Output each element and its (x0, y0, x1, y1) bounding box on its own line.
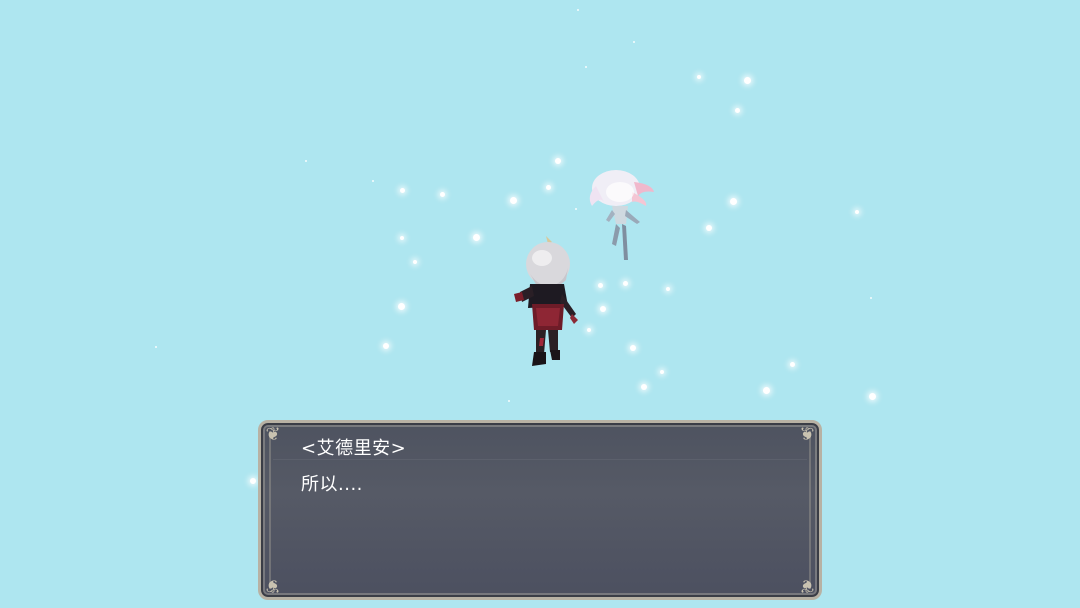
speck (870, 297, 872, 299)
glow-particle (706, 225, 712, 231)
speck (305, 160, 307, 162)
glow-particle (600, 306, 606, 312)
speck (155, 346, 157, 348)
corner-ornament-icon: ❦ (799, 575, 815, 596)
glow-particle (440, 192, 445, 197)
glow-particle (623, 281, 628, 286)
glow-particle (630, 345, 636, 351)
glow-particle (666, 287, 670, 291)
glow-particle (413, 260, 417, 264)
glow-particle (641, 384, 647, 390)
glow-particle (763, 387, 770, 394)
speck (508, 400, 510, 402)
speck (633, 41, 635, 43)
glow-particle (555, 158, 561, 164)
glow-particle (660, 370, 664, 374)
glow-particle (735, 108, 740, 113)
glow-particle (510, 197, 517, 204)
corner-ornament-icon: ❦ (265, 575, 281, 596)
glow-particle (546, 185, 551, 190)
glow-particle (730, 198, 737, 205)
glow-particle (383, 343, 389, 349)
dialog-message: 所以.... (301, 474, 363, 495)
speck (585, 66, 587, 68)
glow-particle (697, 75, 701, 79)
corner-ornament-icon: ❦ (799, 424, 815, 445)
glow-particle (598, 283, 603, 288)
hero-character[interactable] (506, 234, 586, 370)
ghost-spirit-character[interactable] (582, 166, 658, 266)
glow-particle (855, 210, 859, 214)
glow-particle (400, 188, 405, 193)
glow-particle (790, 362, 795, 367)
glow-particle (250, 478, 256, 484)
speck (372, 180, 374, 182)
glow-particle (869, 393, 876, 400)
glow-particle (587, 328, 591, 332)
glow-particle (400, 236, 404, 240)
glow-particle (473, 234, 480, 241)
dialog-speaker-name: <艾德里安> (301, 438, 407, 459)
glow-particle (744, 77, 751, 84)
game-scene[interactable]: ❦ ❦ ❦ ❦ <艾德里安> 所以.... (0, 0, 1080, 608)
speck (577, 9, 579, 11)
glow-particle (398, 303, 405, 310)
speck (575, 208, 577, 210)
corner-ornament-icon: ❦ (265, 424, 281, 445)
dialog-box[interactable]: ❦ ❦ ❦ ❦ <艾德里安> 所以.... (258, 420, 822, 600)
